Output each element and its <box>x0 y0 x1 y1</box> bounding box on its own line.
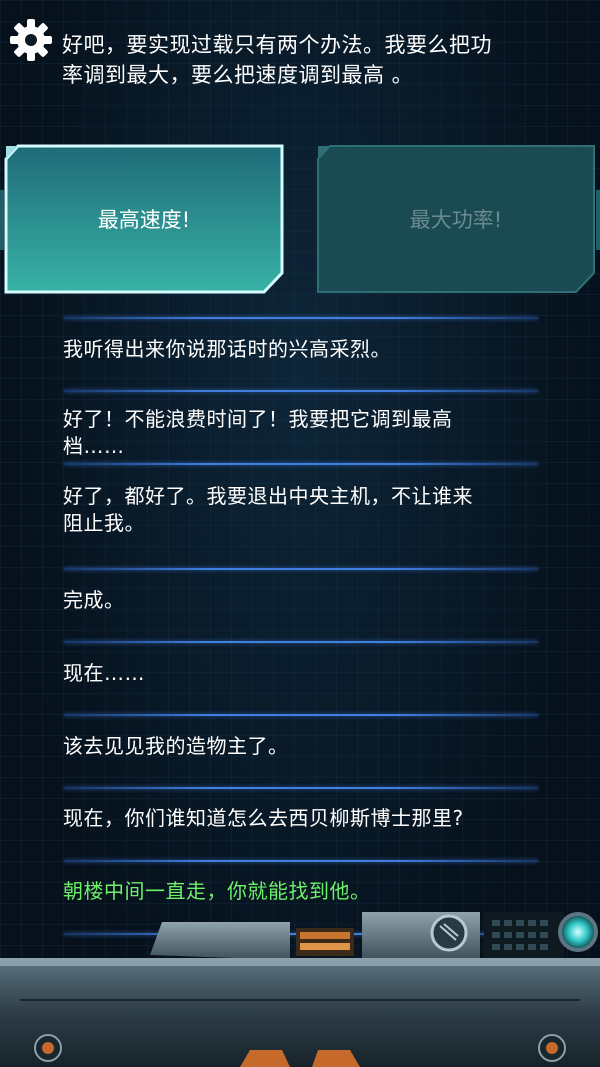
log-entry: 好了，都好了。我要退出中央主机，不让谁来 阻止我。 <box>63 484 473 535</box>
divider <box>64 860 538 862</box>
divider <box>64 568 538 570</box>
divider <box>64 463 538 465</box>
log-entry: 我听得出来你说那话时的兴高采烈。 <box>63 337 391 361</box>
log-entry: 现在…… <box>63 661 145 685</box>
prompt-line-2: 率调到最大，要么把速度调到最高 。 <box>62 63 414 87</box>
control-console <box>0 912 600 1067</box>
status-lamp-icon <box>558 912 598 952</box>
log-entry: 完成。 <box>63 588 125 612</box>
divider <box>64 714 538 716</box>
choice-max-speed-label: 最高速度! <box>97 208 191 232</box>
prompt-line-1: 好吧，要实现过载只有两个办法。我要么把功 <box>62 33 492 57</box>
divider <box>64 787 538 789</box>
dialogue-prompt: 好吧，要实现过载只有两个办法。我要么把功 率调到最大，要么把速度调到最高 。 <box>62 30 582 90</box>
log-entry: 好了！不能浪费时间了！我要把它调到最高 档…… <box>63 407 453 458</box>
divider <box>64 390 538 392</box>
header: 好吧，要实现过载只有两个办法。我要么把功 率调到最大，要么把速度调到最高 。 <box>0 0 600 100</box>
log-entry: 该去见见我的造物主了。 <box>63 734 289 758</box>
gear-icon[interactable] <box>8 17 54 63</box>
divider <box>64 641 538 643</box>
choice-max-power-button[interactable]: 最大功率! <box>314 143 598 295</box>
log-entry: 现在，你们谁知道怎么去西贝柳斯博士那里? <box>63 806 464 830</box>
divider <box>64 317 538 319</box>
choice-max-speed-button[interactable]: 最高速度! <box>2 143 286 295</box>
choice-max-power-label: 最大功率! <box>409 208 503 232</box>
